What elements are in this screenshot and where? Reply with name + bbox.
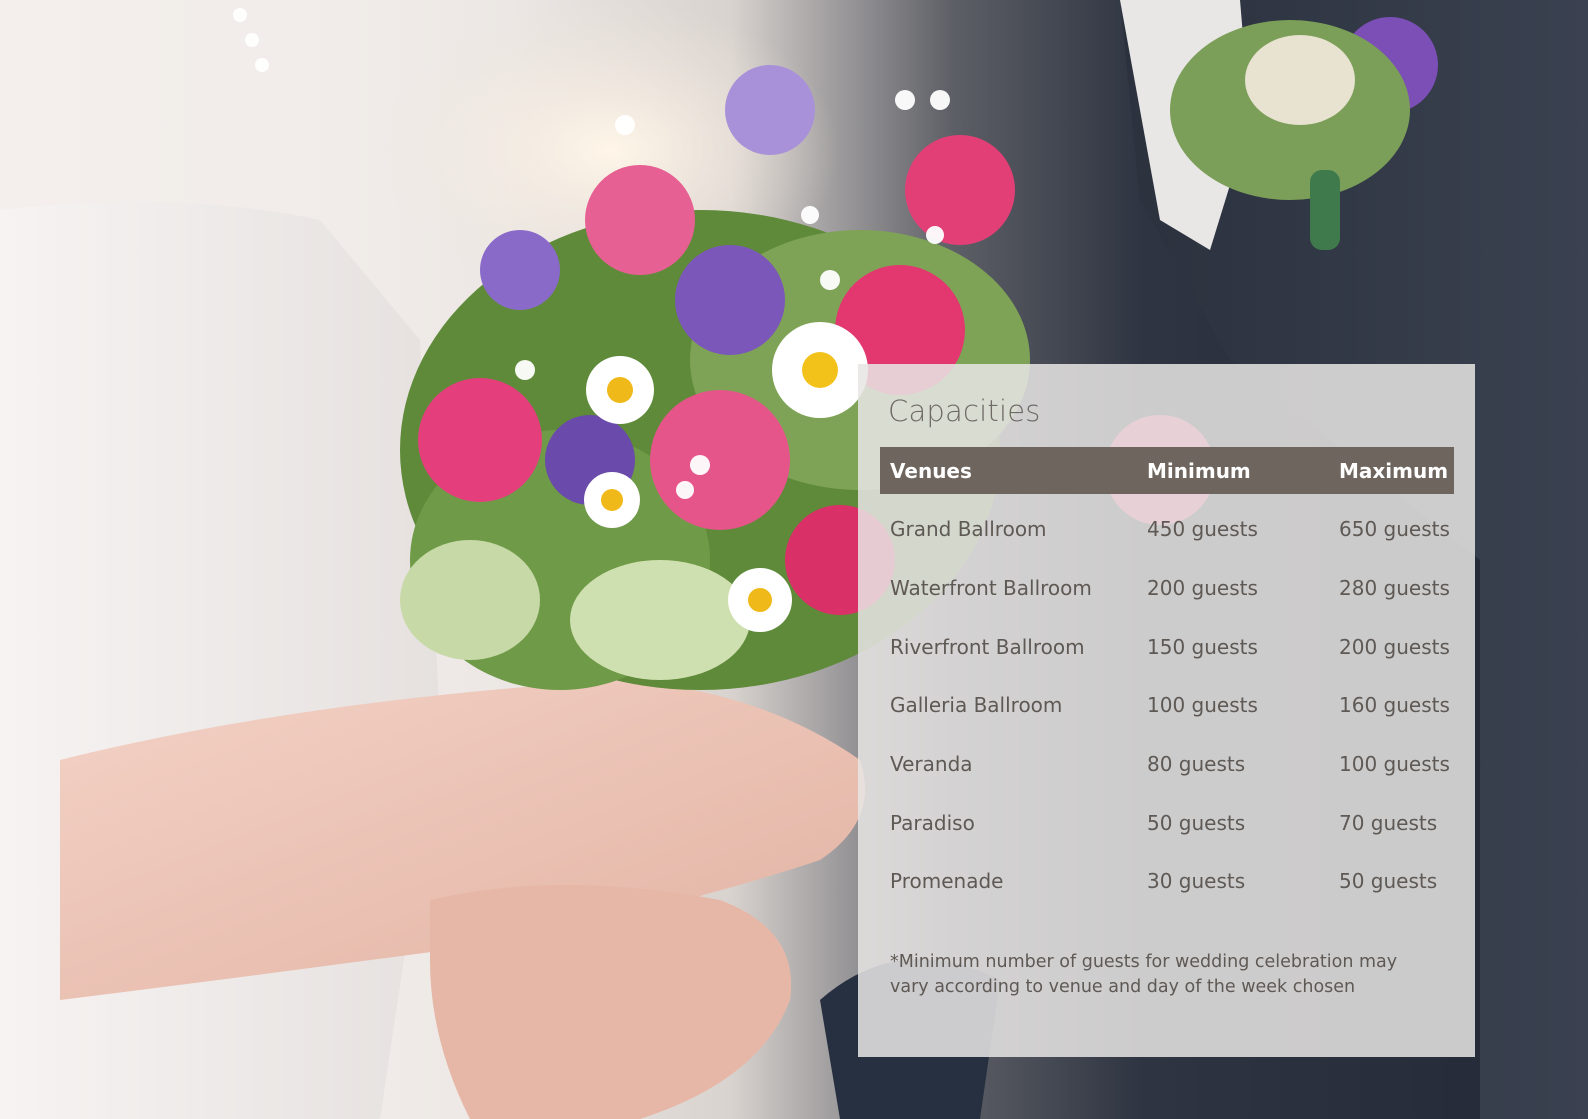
capacities-panel: Capacities Venues Minimum Maximum Grand …	[858, 364, 1475, 1057]
maximum-guests: 50 guests	[1339, 869, 1438, 893]
footnote-line: vary according to venue and day of the w…	[890, 977, 1356, 997]
minimum-guests: 30 guests	[1147, 869, 1246, 893]
venue-name: Promenade	[890, 869, 1004, 893]
venue-name: Galleria Ballroom	[890, 693, 1063, 717]
footnote-line: *Minimum number of guests for wedding ce…	[890, 952, 1398, 972]
minimum-guests: 450 guests	[1147, 517, 1258, 541]
venue-name: Paradiso	[890, 811, 975, 835]
column-header-maximum: Maximum	[1339, 458, 1449, 483]
footnote: *Minimum number of guests for wedding ce…	[890, 950, 1450, 1000]
minimum-guests: 50 guests	[1147, 811, 1246, 835]
brochure-page: Capacities Venues Minimum Maximum Grand …	[0, 0, 1588, 1119]
maximum-guests: 650 guests	[1339, 517, 1450, 541]
table-row: Galleria Ballroom 100 guests 160 guests	[880, 685, 1454, 725]
table-row: Paradiso 50 guests 70 guests	[880, 803, 1454, 843]
table-row: Promenade 30 guests 50 guests	[880, 861, 1454, 901]
venue-name: Riverfront Ballroom	[890, 635, 1085, 659]
minimum-guests: 150 guests	[1147, 635, 1258, 659]
venue-name: Veranda	[890, 752, 973, 776]
maximum-guests: 160 guests	[1339, 693, 1450, 717]
table-row: Veranda 80 guests 100 guests	[880, 744, 1454, 784]
maximum-guests: 200 guests	[1339, 635, 1450, 659]
minimum-guests: 100 guests	[1147, 693, 1258, 717]
venue-name: Waterfront Ballroom	[890, 576, 1092, 600]
rose	[418, 378, 542, 502]
groom-hand	[430, 885, 792, 1119]
minimum-guests: 80 guests	[1147, 752, 1246, 776]
column-header-minimum: Minimum	[1147, 458, 1251, 483]
purple-flower	[675, 245, 785, 355]
table-header: Venues Minimum Maximum	[880, 447, 1454, 494]
table-row: Waterfront Ballroom 200 guests 280 guest…	[880, 568, 1454, 608]
venue-name: Grand Ballroom	[890, 517, 1047, 541]
panel-title: Capacities	[888, 394, 1041, 428]
maximum-guests: 100 guests	[1339, 752, 1450, 776]
minimum-guests: 200 guests	[1147, 576, 1258, 600]
table-row: Riverfront Ballroom 150 guests 200 guest…	[880, 627, 1454, 667]
maximum-guests: 70 guests	[1339, 811, 1438, 835]
column-header-venues: Venues	[890, 458, 972, 483]
maximum-guests: 280 guests	[1339, 576, 1450, 600]
table-row: Grand Ballroom 450 guests 650 guests	[880, 509, 1454, 549]
